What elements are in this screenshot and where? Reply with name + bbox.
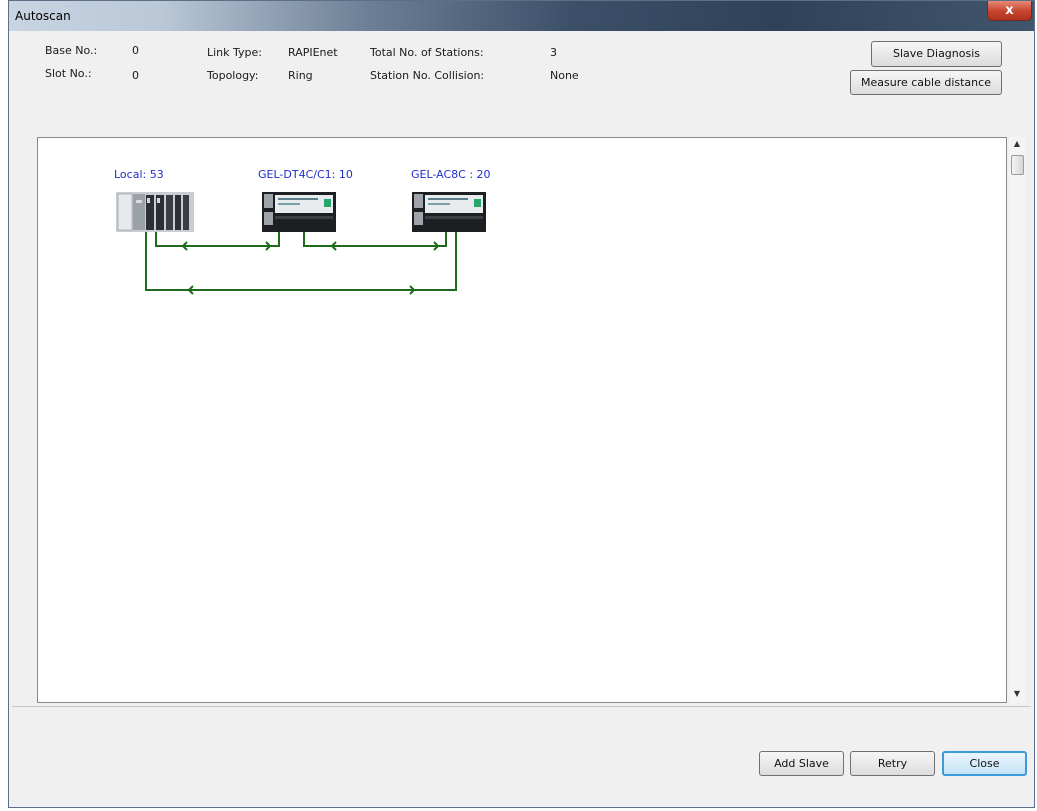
measure-cable-distance-button[interactable]: Measure cable distance [850,70,1002,95]
collision-label: Station No. Collision: [370,69,485,82]
link-local-ac8c [145,232,457,291]
slave-diagnosis-button[interactable]: Slave Diagnosis [871,41,1002,67]
scroll-up-arrow-icon[interactable]: ▲ [1009,139,1025,151]
link-type-label: Link Type: [207,46,262,59]
link-type-value: RAPIEnet [288,46,338,59]
total-stations-value: 3 [550,46,557,59]
dialog-client: Base No.: 0 Slot No.: 0 Link Type: RAPIE… [12,31,1031,803]
collision-value: None [550,69,579,82]
add-slave-button[interactable]: Add Slave [759,751,844,776]
title-bar[interactable]: Autoscan x [9,1,1034,31]
network-topology-canvas[interactable]: Local: 53 GEL-DT4C/C1: 10 GEL-AC8C : 20 [37,137,1007,703]
close-icon: x [1005,3,1014,18]
link-local-dt4c [155,232,280,247]
autoscan-window: Autoscan x Base No.: 0 Slot No.: 0 Link … [8,0,1035,808]
total-stations-label: Total No. of Stations: [370,46,484,59]
close-window-button[interactable]: x [987,1,1032,21]
slot-no-value: 0 [132,69,139,82]
retry-button[interactable]: Retry [850,751,935,776]
topology-label: Topology: [207,69,259,82]
scroll-thumb[interactable] [1011,155,1024,175]
ring-links [145,232,457,295]
slot-no-label: Slot No.: [45,67,92,80]
topology-value: Ring [288,69,313,82]
window-title: Autoscan [15,9,71,23]
base-no-value: 0 [132,44,139,57]
link-dt4c-ac8c [303,232,447,247]
base-no-label: Base No.: [45,44,98,57]
network-info-panel: Base No.: 0 Slot No.: 0 Link Type: RAPIE… [12,41,1031,131]
bottom-divider [12,706,1031,707]
close-button[interactable]: Close [942,751,1027,776]
scroll-down-arrow-icon[interactable]: ▼ [1009,689,1025,701]
vertical-scrollbar[interactable]: ▲ ▼ [1009,137,1025,703]
